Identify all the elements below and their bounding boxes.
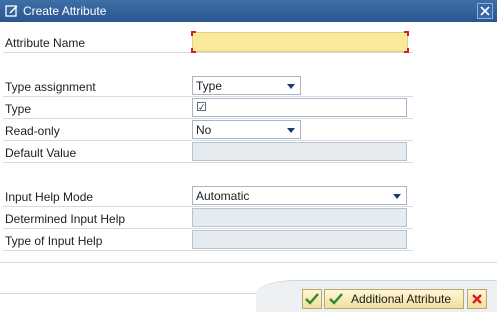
default-value-row: Default Value [3, 141, 413, 163]
input-help-mode-dropdown[interactable]: Automatic [192, 186, 407, 205]
determined-input-help-row: Determined Input Help [3, 207, 413, 229]
dialog-title: Create Attribute [23, 4, 107, 18]
type-of-input-help-row: Type of Input Help [3, 229, 413, 251]
checkmark-icon [329, 293, 343, 305]
determined-input-help-input [192, 208, 407, 227]
attribute-name-label: Attribute Name [5, 36, 86, 50]
input-help-mode-value: Automatic [196, 189, 250, 203]
additional-attribute-button[interactable]: Additional Attribute [324, 289, 464, 309]
read-only-dropdown[interactable]: No [192, 120, 301, 139]
type-label: Type [5, 102, 32, 116]
footer-line [0, 293, 300, 294]
type-assignment-value: Type [196, 79, 223, 93]
attribute-name-row: Attribute Name [3, 31, 413, 53]
input-help-mode-label: Input Help Mode [5, 190, 94, 204]
type-value: ☑ [196, 100, 207, 114]
determined-input-help-label: Determined Input Help [5, 212, 126, 226]
chevron-down-icon[interactable] [393, 194, 401, 199]
type-input[interactable]: ☑ [192, 98, 407, 117]
input-help-mode-row: Input Help Mode Automatic [3, 185, 413, 207]
cancel-icon [472, 294, 482, 304]
create-attribute-icon [5, 4, 19, 18]
type-row: Type ☑ [3, 97, 413, 119]
chevron-down-icon[interactable] [287, 128, 295, 133]
type-assignment-row: Type assignment Type [3, 75, 413, 97]
type-of-input-help-input [192, 230, 407, 249]
type-assignment-label: Type assignment [5, 80, 96, 94]
read-only-value: No [196, 123, 212, 137]
additional-attribute-label: Additional Attribute [351, 292, 452, 306]
dialog-titlebar: Create Attribute [0, 0, 497, 22]
attribute-name-input[interactable] [191, 31, 409, 53]
footer-separator [0, 262, 497, 263]
default-value-label: Default Value [5, 146, 77, 160]
read-only-label: Read-only [5, 124, 60, 138]
type-of-input-help-label: Type of Input Help [5, 234, 103, 248]
checkmark-icon [305, 293, 319, 305]
read-only-row: Read-only No [3, 119, 413, 141]
close-button[interactable] [477, 3, 493, 19]
cancel-button[interactable] [467, 289, 487, 309]
type-assignment-dropdown[interactable]: Type [192, 76, 301, 95]
ok-button[interactable] [302, 289, 322, 309]
default-value-input [192, 142, 407, 161]
chevron-down-icon[interactable] [287, 84, 295, 89]
create-attribute-dialog: Create Attribute Attribute Name Type ass… [0, 0, 497, 312]
close-icon [480, 6, 490, 16]
